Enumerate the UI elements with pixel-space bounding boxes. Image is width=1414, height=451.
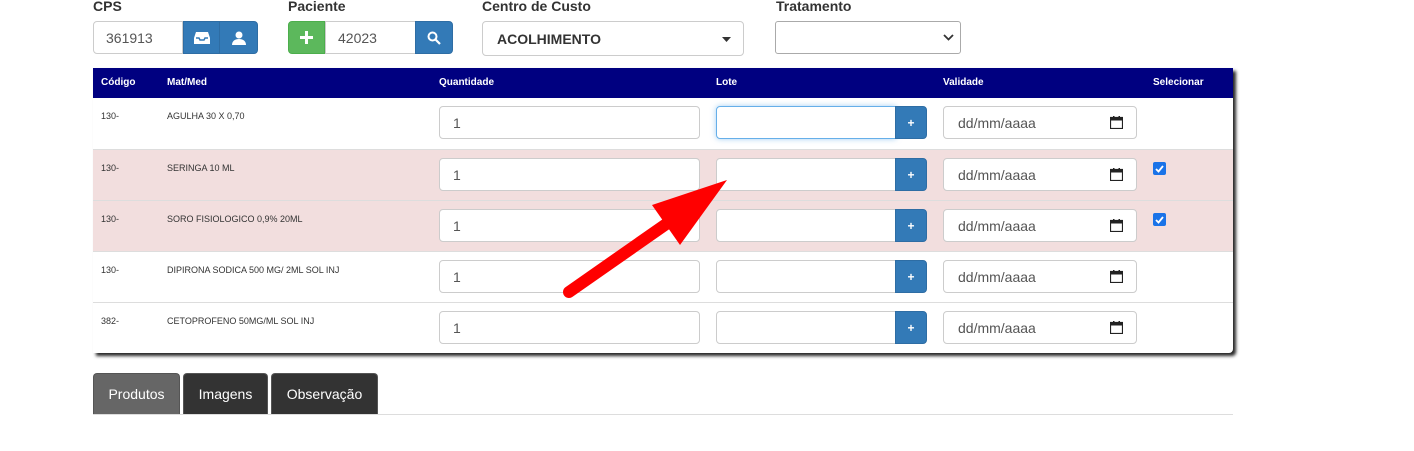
tab-imagens[interactable]: Imagens xyxy=(183,373,268,414)
tab-produtos[interactable]: Produtos xyxy=(93,373,180,414)
tab-observacao[interactable]: Observação xyxy=(271,373,378,414)
tabs-divider xyxy=(93,414,1233,415)
